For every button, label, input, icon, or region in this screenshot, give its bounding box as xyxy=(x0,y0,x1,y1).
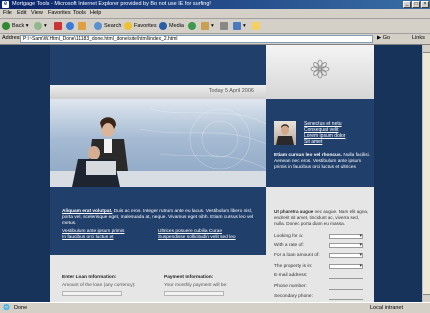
forward-button[interactable]: ▾ xyxy=(34,21,47,31)
side-text-heading: Etiam cursus leo vel rhoncus. xyxy=(274,153,342,158)
rate-select[interactable] xyxy=(329,242,363,248)
back-button[interactable]: Back ▾ xyxy=(2,21,29,31)
page-right-margin xyxy=(374,45,422,302)
mail-button[interactable]: ▾ xyxy=(201,21,214,31)
menu-tools[interactable]: Tools xyxy=(73,10,86,16)
phone-field[interactable] xyxy=(329,289,363,290)
search-button[interactable]: Search xyxy=(94,21,121,31)
edit-icon xyxy=(233,21,241,30)
page-left-margin xyxy=(0,45,50,302)
close-button[interactable]: × xyxy=(421,1,429,8)
businessman-photo xyxy=(274,121,296,145)
scroll-up-arrow-icon[interactable] xyxy=(423,45,430,53)
search-icon xyxy=(94,21,102,30)
status-bar: 🌐 Done Local intranet xyxy=(0,302,430,313)
current-date: Today 5 April 2006 xyxy=(208,88,254,94)
form-intro: Ut pharetra augue nec augue. Nam elit ag… xyxy=(274,209,370,226)
welcome-section: Aliquam erat volutpat. Duis ac eros. Int… xyxy=(50,187,266,255)
site-logo[interactable] xyxy=(266,45,374,99)
side-text: Etiam cursus leo vel rhoncus. Nulla faci… xyxy=(274,153,370,171)
edit-button[interactable]: ▾ xyxy=(233,21,246,31)
title-bar: e Mortgage Tools - Microsoft Internet Ex… xyxy=(0,0,430,9)
favorites-button[interactable]: Favorites xyxy=(124,21,157,31)
stop-icon xyxy=(54,21,62,30)
hero-image xyxy=(50,99,266,187)
payment-info-title: Payment Information: xyxy=(164,275,214,280)
secondary-phone-label: Secondary phone: xyxy=(274,294,313,299)
loan-info-title: Enter Loan Information: xyxy=(62,275,117,280)
home-button[interactable] xyxy=(78,21,88,31)
side-links-list: Senectus et netu Consequat velit Lorem i… xyxy=(304,121,345,145)
scroll-down-arrow-icon[interactable] xyxy=(423,294,430,302)
window-title: Mortgage Tools - Microsoft Internet Expl… xyxy=(12,1,211,7)
address-input[interactable]: P:\~Sam\W.Html_Done\11183_done.html_done… xyxy=(20,35,373,43)
toolbar: Back ▾ ▾ Search Favorites Media ▾ ▾ xyxy=(0,19,430,34)
menu-view[interactable]: View xyxy=(31,10,43,16)
bullet-list-left: Vestibulum ante ipsum primis In faucibus… xyxy=(62,229,124,241)
property-select[interactable] xyxy=(329,263,363,269)
history-button[interactable] xyxy=(188,21,198,31)
email-label: E-mail address: xyxy=(274,273,308,278)
form-intro-heading: Ut pharetra augue xyxy=(274,209,314,214)
welcome-text: Aliquam erat volutpat. Duis ac eros. Int… xyxy=(62,209,260,227)
loan-amount-input[interactable] xyxy=(62,291,122,296)
loan-amount-label: For a loan amount of: xyxy=(274,253,320,258)
links-button[interactable]: Links xyxy=(412,35,425,41)
refresh-button[interactable] xyxy=(66,21,76,31)
forward-arrow-icon xyxy=(34,21,42,30)
discuss-button[interactable] xyxy=(252,21,262,31)
looking-for-select[interactable] xyxy=(329,233,363,239)
mail-icon xyxy=(201,21,209,30)
favorites-star-icon xyxy=(124,21,132,30)
bullet-link-2[interactable]: In faucibus orci luctus et xyxy=(62,235,124,241)
menu-file[interactable]: File xyxy=(3,10,12,16)
mortgage-search-form: Ut pharetra augue nec augue. Nam elit ag… xyxy=(266,187,374,302)
looking-for-label: Looking for a: xyxy=(274,234,304,239)
date-bar: Today 5 April 2006 xyxy=(50,85,266,99)
menu-help[interactable]: Help xyxy=(90,10,101,16)
page-header-band xyxy=(50,45,266,85)
history-icon xyxy=(188,21,196,30)
media-icon xyxy=(159,21,167,30)
minimize-button[interactable]: _ xyxy=(403,1,411,8)
home-icon xyxy=(78,21,86,30)
welcome-heading: Aliquam erat volutpat. xyxy=(62,209,113,214)
side-news-panel: Senectus et netu Consequat velit Lorem i… xyxy=(266,99,374,187)
go-button[interactable]: ▶ Go xyxy=(377,35,390,41)
bullet-link-4[interactable]: Suspendisse sollicitudin velit sed leo xyxy=(158,235,236,241)
monthly-payment-label: Your monthly payment will be: xyxy=(164,283,228,288)
side-link-4[interactable]: Sit amet xyxy=(304,139,345,145)
monthly-payment-output xyxy=(164,291,224,296)
phone-label: Phone number: xyxy=(274,284,307,289)
rate-label: With a rate of: xyxy=(274,243,304,248)
menu-bar: File Edit View Favorites Tools Help xyxy=(0,9,430,19)
menu-edit[interactable]: Edit xyxy=(17,10,26,16)
print-icon xyxy=(220,21,228,30)
property-label: The property is in: xyxy=(274,264,313,269)
stop-button[interactable] xyxy=(54,21,64,31)
loan-amount-label: Amount of the loan (any currency): xyxy=(62,283,136,288)
back-arrow-icon xyxy=(2,21,10,30)
loan-amount-select[interactable] xyxy=(329,252,363,258)
flower-logo-icon xyxy=(310,59,330,79)
print-button[interactable] xyxy=(220,21,230,31)
menu-favorites[interactable]: Favorites xyxy=(48,10,71,16)
refresh-icon xyxy=(66,21,74,30)
bullet-list-right: Ultrices posuere cubilia Curae Suspendis… xyxy=(158,229,236,241)
loan-calculator-section: Enter Loan Information: Amount of the lo… xyxy=(50,255,266,302)
address-bar: Address P:\~Sam\W.Html_Done\11183_done.h… xyxy=(0,34,430,45)
email-field[interactable] xyxy=(329,278,363,279)
maximize-button[interactable]: □ xyxy=(412,1,420,8)
business-people-photo xyxy=(50,108,266,187)
folder-icon xyxy=(252,21,260,30)
ie-logo-icon: e xyxy=(2,1,9,8)
vertical-scrollbar[interactable] xyxy=(422,45,430,302)
media-button[interactable]: Media xyxy=(159,21,184,31)
secondary-phone-field[interactable] xyxy=(329,299,363,300)
